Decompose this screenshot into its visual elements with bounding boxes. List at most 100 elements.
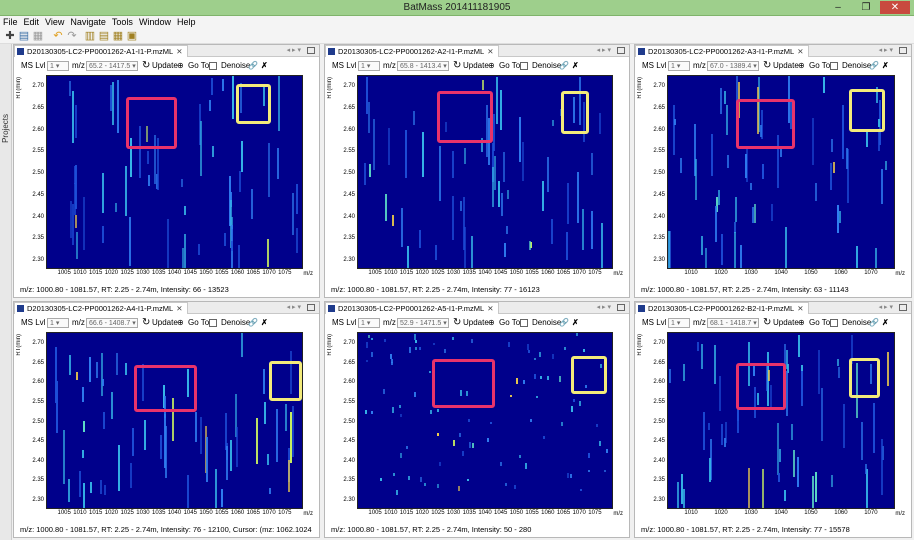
link-icon[interactable]: 🔗 xyxy=(248,59,258,73)
close-tab-icon[interactable]: ✕ xyxy=(487,47,493,56)
file-tab[interactable]: D20130305-LC2-PP0001262-A2-I1-P.mzML ✕ xyxy=(325,45,499,57)
layout-columns-icon[interactable]: ▥ xyxy=(84,30,96,42)
goto-button[interactable]: Go To xyxy=(188,316,209,330)
close-button[interactable]: ✕ xyxy=(880,1,910,14)
lcms-heatmap[interactable] xyxy=(46,75,303,269)
update-button[interactable]: Update xyxy=(463,59,489,73)
ms-level-select[interactable]: 1 ▾ xyxy=(668,61,690,71)
unlink-icon[interactable]: ✗ xyxy=(572,59,579,73)
refresh-icon[interactable]: ↻ xyxy=(142,316,150,330)
minimize-button[interactable]: – xyxy=(826,1,850,14)
projects-sidebar[interactable]: Projects xyxy=(0,44,12,540)
denoise-checkbox[interactable] xyxy=(209,62,217,70)
menu-file[interactable]: File xyxy=(0,16,21,28)
layout-single-icon[interactable]: ▣ xyxy=(126,30,138,42)
update-button[interactable]: Update xyxy=(773,59,799,73)
goto-button[interactable]: Go To xyxy=(809,316,830,330)
unlink-icon[interactable]: ✗ xyxy=(882,59,889,73)
new-project-icon[interactable]: ✚ xyxy=(4,30,16,42)
menu-navigate[interactable]: Navigate xyxy=(67,16,109,28)
tab-nav-arrows-icon[interactable]: ◂ ▸ ▾ xyxy=(879,45,893,57)
layout-rows-icon[interactable]: ▤ xyxy=(98,30,110,42)
zoom-icon[interactable]: ⊕ xyxy=(798,316,805,330)
zoom-icon[interactable]: ⊕ xyxy=(798,59,805,73)
maximize-panel-icon[interactable] xyxy=(899,47,907,54)
goto-button[interactable]: Go To xyxy=(809,59,830,73)
update-button[interactable]: Update xyxy=(152,316,178,330)
file-tab[interactable]: D20130305-LC2-PP0001262-A3-I1-P.mzML ✕ xyxy=(635,45,809,57)
mz-range-select[interactable]: 66.6 - 1408.7 ▾ xyxy=(86,318,138,328)
denoise-checkbox[interactable] xyxy=(520,319,528,327)
lcms-heatmap[interactable] xyxy=(357,332,613,509)
ms-level-select[interactable]: 1 ▾ xyxy=(358,61,380,71)
refresh-icon[interactable]: ↻ xyxy=(763,316,771,330)
lcms-heatmap[interactable] xyxy=(46,332,303,509)
update-button[interactable]: Update xyxy=(773,316,799,330)
close-tab-icon[interactable]: ✕ xyxy=(176,47,182,56)
projects-label[interactable]: Projects xyxy=(1,114,11,143)
link-icon[interactable]: 🔗 xyxy=(559,316,569,330)
tab-nav-arrows-icon[interactable]: ◂ ▸ ▾ xyxy=(287,45,301,57)
zoom-icon[interactable]: ⊕ xyxy=(177,316,184,330)
tab-nav-arrows-icon[interactable]: ◂ ▸ ▾ xyxy=(879,302,893,314)
file-tab[interactable]: D20130305-LC2-PP0001262-A4-I1-P.mzML ✕ xyxy=(14,302,188,314)
zoom-icon[interactable]: ⊕ xyxy=(488,59,495,73)
file-tab[interactable]: D20130305-LC2-PP0001262-B2-I1-P.mzML ✕ xyxy=(635,302,809,314)
update-button[interactable]: Update xyxy=(463,316,489,330)
menu-help[interactable]: Help xyxy=(174,16,199,28)
refresh-icon[interactable]: ↻ xyxy=(763,59,771,73)
tab-nav-arrows-icon[interactable]: ◂ ▸ ▾ xyxy=(597,45,611,57)
maximize-panel-icon[interactable] xyxy=(617,47,625,54)
mz-range-select[interactable]: 65.2 - 1417.5 ▾ xyxy=(86,61,138,71)
file-tab[interactable]: D20130305-LC2-PP0001262-A1-I1-P.mzML ✕ xyxy=(14,45,188,57)
save-icon[interactable]: ▦ xyxy=(32,30,44,42)
menu-edit[interactable]: Edit xyxy=(21,16,43,28)
zoom-icon[interactable]: ⊕ xyxy=(488,316,495,330)
menu-window[interactable]: Window xyxy=(136,16,174,28)
unlink-icon[interactable]: ✗ xyxy=(261,59,268,73)
denoise-checkbox[interactable] xyxy=(209,319,217,327)
close-tab-icon[interactable]: ✕ xyxy=(176,304,182,313)
mz-range-select[interactable]: 65.8 - 1413.4 ▾ xyxy=(397,61,449,71)
lcms-heatmap[interactable] xyxy=(357,75,613,269)
unlink-icon[interactable]: ✗ xyxy=(572,316,579,330)
unlink-icon[interactable]: ✗ xyxy=(261,316,268,330)
goto-button[interactable]: Go To xyxy=(499,316,520,330)
link-icon[interactable]: 🔗 xyxy=(559,59,569,73)
refresh-icon[interactable]: ↻ xyxy=(453,316,461,330)
layout-grid-icon[interactable]: ▦ xyxy=(112,30,124,42)
zoom-icon[interactable]: ⊕ xyxy=(177,59,184,73)
maximize-panel-icon[interactable] xyxy=(307,304,315,311)
maximize-panel-icon[interactable] xyxy=(899,304,907,311)
tab-nav-arrows-icon[interactable]: ◂ ▸ ▾ xyxy=(287,302,301,314)
ms-level-select[interactable]: 1 ▾ xyxy=(358,318,380,328)
goto-button[interactable]: Go To xyxy=(499,59,520,73)
goto-button[interactable]: Go To xyxy=(188,59,209,73)
denoise-checkbox[interactable] xyxy=(520,62,528,70)
close-tab-icon[interactable]: ✕ xyxy=(797,304,803,313)
lcms-heatmap[interactable] xyxy=(667,75,895,269)
link-icon[interactable]: 🔗 xyxy=(869,316,879,330)
update-button[interactable]: Update xyxy=(152,59,178,73)
unlink-icon[interactable]: ✗ xyxy=(882,316,889,330)
maximize-panel-icon[interactable] xyxy=(307,47,315,54)
mz-range-select[interactable]: 67.0 - 1389.4 ▾ xyxy=(707,61,759,71)
close-tab-icon[interactable]: ✕ xyxy=(487,304,493,313)
ms-level-select[interactable]: 1 ▾ xyxy=(668,318,690,328)
redo-icon[interactable]: ↷ xyxy=(66,30,78,42)
file-tab[interactable]: D20130305-LC2-PP0001262-A5-I1-P.mzML ✕ xyxy=(325,302,499,314)
mz-range-select[interactable]: 52.9 - 1471.5 ▾ xyxy=(397,318,449,328)
denoise-checkbox[interactable] xyxy=(830,319,838,327)
ms-level-select[interactable]: 1 ▾ xyxy=(47,61,69,71)
tab-nav-arrows-icon[interactable]: ◂ ▸ ▾ xyxy=(597,302,611,314)
menu-view[interactable]: View xyxy=(42,16,67,28)
mz-range-select[interactable]: 68.1 - 1418.7 ▾ xyxy=(707,318,759,328)
denoise-checkbox[interactable] xyxy=(830,62,838,70)
undo-icon[interactable]: ↶ xyxy=(52,30,64,42)
open-file-icon[interactable]: ▤ xyxy=(18,30,30,42)
link-icon[interactable]: 🔗 xyxy=(869,59,879,73)
maximize-panel-icon[interactable] xyxy=(617,304,625,311)
refresh-icon[interactable]: ↻ xyxy=(453,59,461,73)
ms-level-select[interactable]: 1 ▾ xyxy=(47,318,69,328)
lcms-heatmap[interactable] xyxy=(667,332,895,509)
